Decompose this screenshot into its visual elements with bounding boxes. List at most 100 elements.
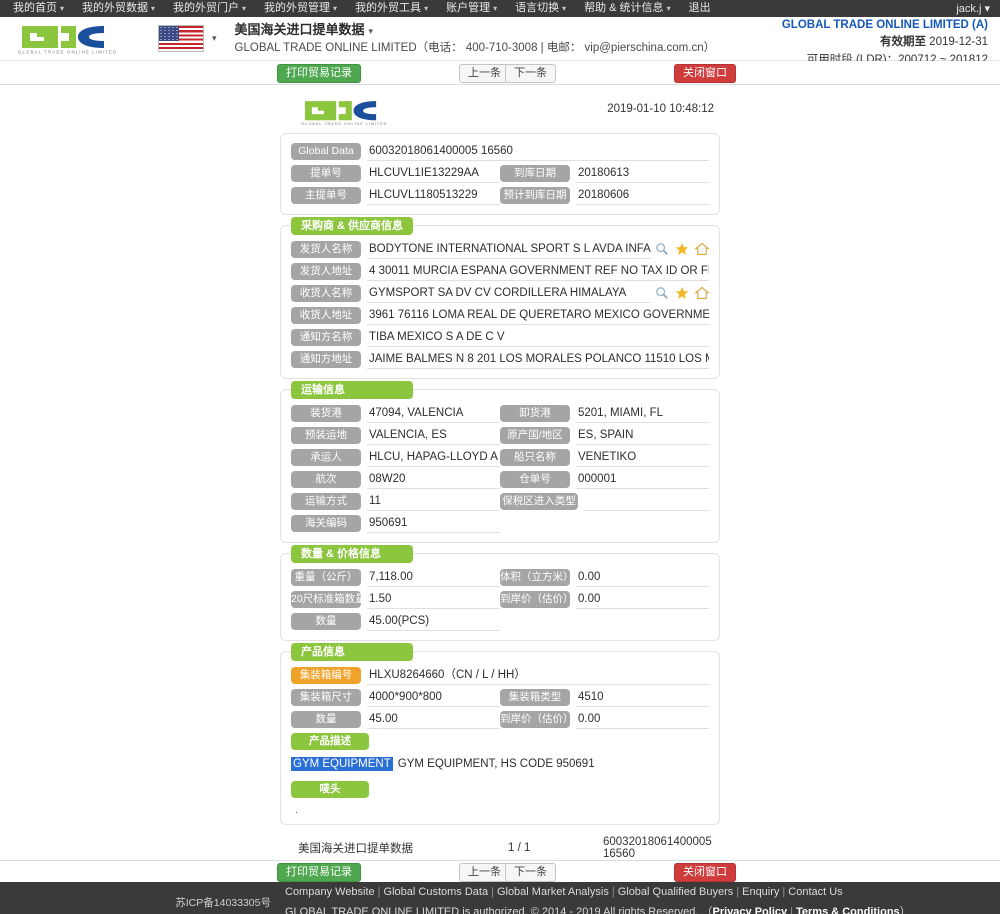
footer-link-company-website[interactable]: Company Website: [285, 886, 375, 898]
next-record-button-top[interactable]: 下一条: [505, 64, 556, 83]
consignee-name-value: GYMSPORT SA DV CV CORDILLERA HIMALAYA: [367, 284, 651, 303]
footer-link-enquiry[interactable]: Enquiry: [742, 886, 779, 898]
customs-hs-code-value: 950691: [367, 514, 500, 533]
top-navigation-bar: 我的首页 ▾ 我的外贸数据 ▾ 我的外贸门户 ▾ 我的外贸管理 ▾ 我的外贸工具 ▾ 账户…: [0, 0, 1000, 17]
weight-value: 7,118.00: [367, 568, 500, 587]
gtc-logo-mark: GLOBAL TRADE ONLINE LIMITED: [18, 26, 117, 55]
prev-record-button-bottom[interactable]: 上一条: [459, 863, 510, 882]
footer-link-global-customs-data[interactable]: Global Customs Data: [384, 886, 489, 898]
chevron-down-icon: ▾: [666, 4, 671, 13]
page-title-text: 美国海关进口提单数据: [234, 21, 365, 37]
global-data-label: Global Data: [291, 142, 361, 160]
nav-item-my-trade-management[interactable]: 我的外贸管理 ▾: [255, 0, 346, 17]
country-selector[interactable]: ▾: [158, 25, 217, 52]
row-marks-header: 唛头: [291, 778, 709, 800]
nav-item-language-switch[interactable]: 语言切换 ▾: [506, 0, 575, 17]
global-data-value: 60032018061400005 16560: [367, 142, 709, 161]
notify-party-name-label: 通知方名称: [291, 328, 361, 346]
volume-label: 体积（立方米）: [500, 568, 574, 586]
product-panel-legend: 产品信息: [291, 643, 413, 661]
row-master-bl: 主提单号 HLCUVL1180513229 预计到库日期 20180606: [291, 184, 709, 206]
search-icon[interactable]: [655, 242, 669, 256]
header-titles: 美国海关进口提单数据 ▾ GLOBAL TRADE ONLINE LIMITED（…: [235, 21, 716, 57]
footer-link-terms-conditions[interactable]: Terms & Conditions: [796, 906, 900, 914]
basic-info-panel: Global Data 60032018061400005 16560 提单号 …: [280, 133, 720, 215]
nav-label: 我的外贸门户: [173, 2, 240, 14]
nav-item-my-trade-portal[interactable]: 我的外贸门户 ▾: [164, 0, 255, 17]
shipper-name-value: BODYTONE INTERNATIONAL SPORT S L AVDA IN…: [367, 240, 651, 259]
search-icon[interactable]: [655, 286, 669, 300]
footer-link-global-qualified-buyers[interactable]: Global Qualified Buyers: [618, 886, 734, 898]
home-icon[interactable]: [695, 242, 709, 256]
nav-item-help-stats[interactable]: 帮助 & 统计信息 ▾: [575, 0, 679, 17]
row-weight-volume: 重量（公斤） 7,118.00 体积（立方米） 0.00: [291, 566, 709, 588]
footer-links-row: Company Website | Global Customs Data | Glob…: [285, 883, 911, 902]
icp-license-number: 苏ICP备14033305号: [175, 897, 271, 909]
row-consignee-name: 收货人名称 GYMSPORT SA DV CV CORDILLERA HIMAL…: [291, 282, 709, 304]
nav-item-home[interactable]: 我的首页 ▾: [4, 0, 73, 17]
print-record-button-bottom[interactable]: 打印贸易记录: [277, 863, 361, 882]
row-global-data: Global Data 60032018061400005 16560: [291, 140, 709, 162]
row-consignee-address: 收货人地址 3961 76116 LOMA REAL DE QUERETARO …: [291, 304, 709, 326]
page-title[interactable]: 美国海关进口提单数据 ▾: [235, 21, 716, 40]
star-icon[interactable]: [675, 286, 689, 300]
star-icon[interactable]: [675, 242, 689, 256]
footer-link-privacy-policy[interactable]: Privacy Policy: [713, 906, 788, 914]
page-body: GLOBAL TRADE ONLINE LIMITED 2019-01-10 1…: [0, 85, 1000, 860]
next-record-button-bottom[interactable]: 下一条: [505, 863, 556, 882]
customs-hs-code-label: 海关编码: [291, 514, 361, 532]
chevron-down-icon: ▾: [562, 4, 567, 13]
discharge-port-label: 卸货港: [500, 404, 570, 422]
transport-mode-label: 运输方式: [291, 492, 361, 510]
ftz-entry-type-value: [584, 492, 709, 511]
carrier-value: HLCU, HAPAG-LLOYD A G: [367, 448, 500, 467]
user-menu[interactable]: jack.j ▾: [956, 2, 990, 15]
row-shipper-address: 发货人地址 4 30011 MURCIA ESPANA GOVERNMENT R…: [291, 260, 709, 282]
arrival-date-value: 20180613: [576, 164, 709, 183]
document-header: GLOBAL TRADE ONLINE LIMITED 2019-01-10 1…: [280, 93, 720, 131]
nav-item-account-management[interactable]: 账户管理 ▾: [437, 0, 506, 17]
product-description-highlight: GYM EQUIPMENT: [291, 757, 393, 771]
row-container-size-type: 集装箱尺寸 4000*900*800 集装箱类型 4510: [291, 686, 709, 708]
quantity-panel-legend: 数量 & 价格信息: [291, 545, 413, 563]
shipper-address-label: 发货人地址: [291, 262, 361, 280]
vessel-name-label: 船只名称: [500, 448, 570, 466]
nav-label: 退出: [688, 2, 711, 14]
row-container-number: 集装箱编号 HLXU8264660（CN / L / HH）: [291, 664, 709, 686]
ftz-entry-type-label: 保税区进入类型: [500, 492, 578, 510]
row-notify-name: 通知方名称 TIBA MEXICO S A DE C V: [291, 326, 709, 348]
nav-item-my-trade-tools[interactable]: 我的外贸工具 ▾: [346, 0, 437, 17]
nav-item-logout[interactable]: 退出: [680, 0, 720, 17]
legal-paren-open: （: [701, 905, 713, 914]
voyage-value: 08W20: [367, 470, 500, 489]
nav-label: 帮助 & 统计信息: [584, 2, 664, 14]
gtc-logo[interactable]: GLOBAL TRADE ONLINE LIMITED: [14, 22, 120, 55]
home-icon[interactable]: [695, 286, 709, 300]
row-voyage-manifest: 航次 08W20 仓单号 000001: [291, 468, 709, 490]
cif-price-label: 到岸价（估价）: [500, 590, 574, 608]
chevron-down-icon: ▾: [333, 4, 338, 13]
shipping-marks-label: 唛头: [291, 780, 369, 798]
quantity-value: 45.00(PCS): [367, 612, 500, 631]
shipper-name-label: 发货人名称: [291, 240, 361, 258]
close-window-button-bottom[interactable]: 关闭窗口: [674, 863, 736, 882]
close-window-button-top[interactable]: 关闭窗口: [674, 64, 736, 83]
footer-link-contact-us[interactable]: Contact Us: [788, 886, 842, 898]
prev-record-button-top[interactable]: 上一条: [459, 64, 510, 83]
document-source: 美国海关进口提单数据: [298, 843, 413, 855]
document-page-number: 1 / 1: [508, 842, 531, 854]
row-origin: 预装运地 VALENCIA, ES 原产国/地区 ES, SPAIN: [291, 424, 709, 446]
chevron-down-icon: ▾: [242, 4, 247, 13]
manifest-number-label: 仓单号: [500, 470, 570, 488]
footer-link-global-market-analysis[interactable]: Global Market Analysis: [497, 886, 609, 898]
document-timestamp: 2019-01-10 10:48:12: [607, 103, 714, 115]
previous-port-value: VALENCIA, ES: [367, 426, 500, 445]
nav-item-my-trade-data[interactable]: 我的外贸数据 ▾: [73, 0, 164, 17]
load-port-value: 47094, VALENCIA: [367, 404, 500, 423]
svg-text:GLOBAL TRADE ONLINE LIMITED: GLOBAL TRADE ONLINE LIMITED: [18, 50, 117, 55]
row-bl-number: 提单号 HLCUVL1IE13229AA 到库日期 20180613: [291, 162, 709, 184]
nav-label: 我的外贸数据: [82, 2, 149, 14]
print-record-button-top[interactable]: 打印贸易记录: [277, 64, 361, 83]
transport-mode-value: 11: [367, 492, 500, 511]
separator: |: [790, 905, 793, 914]
